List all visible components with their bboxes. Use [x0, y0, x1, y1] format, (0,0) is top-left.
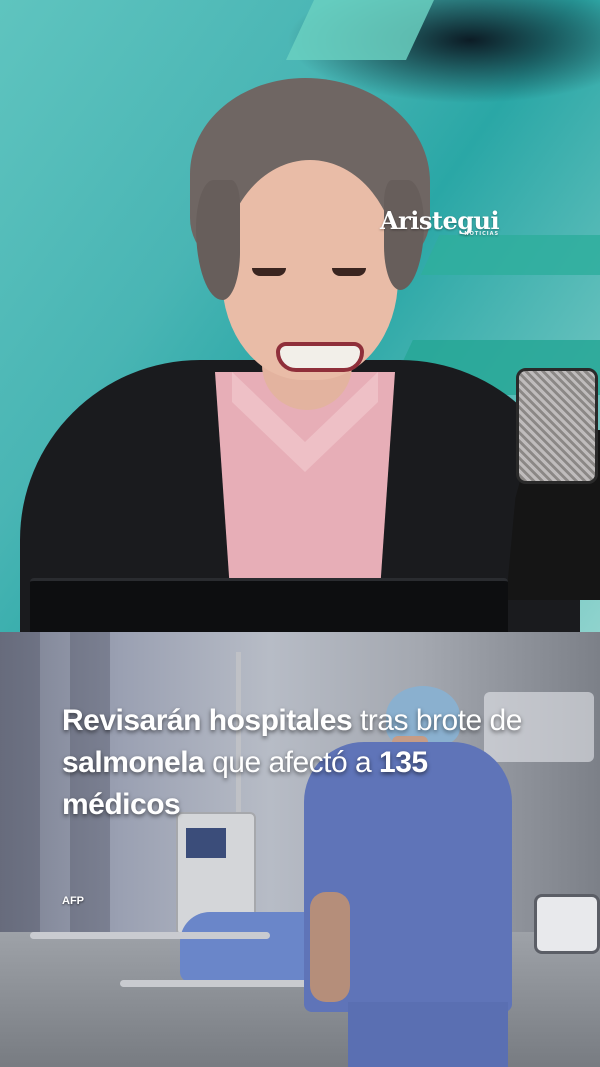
nurse-arm [310, 892, 350, 1002]
logo-subtitle: NOTICIAS [464, 231, 500, 237]
bed-rail [30, 932, 270, 939]
headline-part: que afectó a [204, 746, 380, 779]
news-photo-hospital [0, 632, 600, 1067]
headline-part: salmonela [62, 746, 205, 779]
presenter-eye [252, 268, 286, 276]
video-frame-presenter[interactable]: Aristegui NOTICIAS [0, 0, 600, 632]
photo-credit: AFP [62, 895, 84, 907]
headline-part: tras brote de [352, 704, 522, 737]
news-headline: Revisarán hospitales tras brote de salmo… [62, 700, 532, 826]
headline-part: 135 [379, 746, 428, 779]
monitor-screen [186, 828, 226, 858]
studio-backdrop-stripe [420, 235, 600, 275]
nurse-legs [348, 1002, 508, 1067]
presenter-mouth [276, 342, 364, 372]
aristegui-logo: Aristegui NOTICIAS [380, 206, 500, 237]
headline-part: médicos [62, 788, 181, 821]
presenter-hair [196, 180, 240, 300]
headline-part: Revisarán hospitales [62, 704, 353, 737]
laptop [30, 578, 508, 632]
microphone-icon [516, 368, 598, 484]
presenter-eye [332, 268, 366, 276]
pressure-gauge-icon [534, 894, 600, 954]
studio-backdrop-stripe [286, 0, 434, 60]
